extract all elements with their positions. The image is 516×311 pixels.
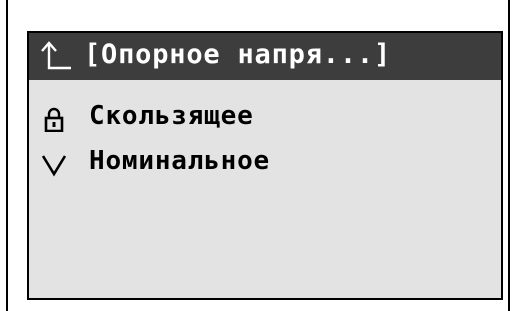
menu-screen: [Опорное напря...] Скользящее Номинально… — [27, 31, 503, 300]
lock-icon — [41, 106, 67, 133]
checkmark-svg — [41, 155, 67, 177]
menu-item-sliding[interactable]: Скользящее — [29, 99, 501, 139]
back-up-arrow-icon[interactable] — [37, 38, 73, 74]
device-frame-right-edge — [508, 0, 510, 311]
page-title: [Опорное напря...] — [84, 39, 391, 70]
back-up-arrow-svg — [41, 41, 71, 70]
menu-item-label: Номинальное — [89, 146, 270, 176]
device-frame-left-edge — [6, 0, 8, 311]
title-bar: [Опорное напря...] — [29, 33, 501, 80]
menu-item-nominal[interactable]: Номинальное — [29, 144, 501, 184]
menu-item-label: Скользящее — [89, 101, 254, 131]
lock-svg — [44, 107, 64, 133]
checkmark-icon — [41, 151, 67, 177]
